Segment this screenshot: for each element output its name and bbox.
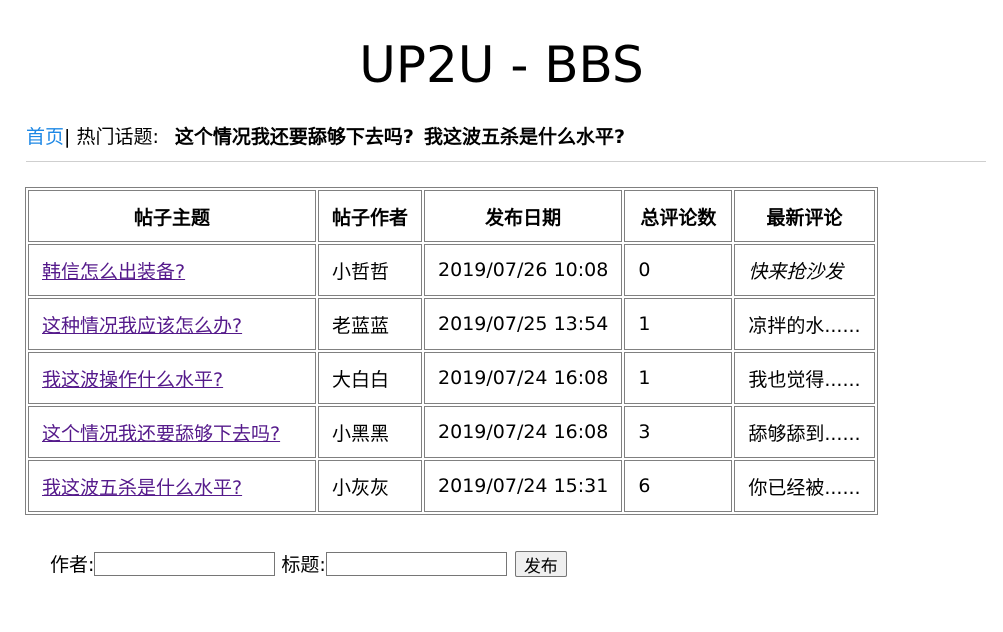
title-label: 标题: xyxy=(281,554,326,576)
cell-date: 2019/07/24 15:31 xyxy=(424,460,623,512)
nav-home-link[interactable]: 首页 xyxy=(26,126,64,148)
header-comment-count: 总评论数 xyxy=(624,190,733,242)
cell-latest-comment: 我也觉得...... xyxy=(734,352,875,404)
author-input[interactable] xyxy=(94,551,276,576)
cell-topic: 这个情况我还要舔够下去吗? xyxy=(28,406,316,458)
cell-latest-comment: 快来抢沙发 xyxy=(734,244,875,296)
cell-topic: 韩信怎么出装备? xyxy=(28,244,316,296)
cell-author: 小哲哲 xyxy=(318,244,423,296)
cell-comment-count: 1 xyxy=(624,298,733,350)
header-topic: 帖子主题 xyxy=(28,190,316,242)
site-title: UP2U - BBS xyxy=(359,36,644,94)
hot-topic-link-1[interactable]: 这个情况我还要舔够下去吗? xyxy=(175,126,414,148)
table-row: 这种情况我应该怎么办? 老蓝蓝 2019/07/25 13:54 1 凉拌的水.… xyxy=(28,298,875,350)
header-author: 帖子作者 xyxy=(318,190,423,242)
cell-topic: 我这波操作什么水平? xyxy=(28,352,316,404)
table-row: 我这波五杀是什么水平? 小灰灰 2019/07/24 15:31 6 你已经被.… xyxy=(28,460,875,512)
cell-comment-count: 3 xyxy=(624,406,733,458)
cell-author: 小灰灰 xyxy=(318,460,423,512)
topic-link[interactable]: 韩信怎么出装备? xyxy=(42,261,185,283)
hot-topic-link-2[interactable]: 我这波五杀是什么水平? xyxy=(424,126,625,148)
hot-topics-label: 热门话题: xyxy=(70,126,165,148)
nav-bar: 首页| 热门话题: 这个情况我还要舔够下去吗? 我这波五杀是什么水平? xyxy=(26,124,625,150)
topic-link[interactable]: 我这波五杀是什么水平? xyxy=(42,477,242,499)
cell-comment-count: 6 xyxy=(624,460,733,512)
cell-comment-count: 0 xyxy=(624,244,733,296)
cell-author: 大白白 xyxy=(318,352,423,404)
cell-topic: 这种情况我应该怎么办? xyxy=(28,298,316,350)
header-date: 发布日期 xyxy=(424,190,623,242)
cell-latest-comment: 舔够舔到...... xyxy=(734,406,875,458)
nav-divider xyxy=(26,161,986,162)
title-input[interactable] xyxy=(325,551,507,576)
table-header-row: 帖子主题 帖子作者 发布日期 总评论数 最新评论 xyxy=(28,190,875,242)
topic-link[interactable]: 这种情况我应该怎么办? xyxy=(42,315,242,337)
topic-link[interactable]: 这个情况我还要舔够下去吗? xyxy=(42,423,280,445)
cell-comment-count: 1 xyxy=(624,352,733,404)
new-post-form: 作者: 标题: 发布 xyxy=(50,550,567,577)
topic-link[interactable]: 我这波操作什么水平? xyxy=(42,369,223,391)
cell-date: 2019/07/25 13:54 xyxy=(424,298,623,350)
table-row: 韩信怎么出装备? 小哲哲 2019/07/26 10:08 0 快来抢沙发 xyxy=(28,244,875,296)
cell-date: 2019/07/26 10:08 xyxy=(424,244,623,296)
cell-latest-comment: 凉拌的水...... xyxy=(734,298,875,350)
header-latest-comment: 最新评论 xyxy=(734,190,875,242)
bbs-page: UP2U - BBS 首页| 热门话题: 这个情况我还要舔够下去吗? 我这波五杀是… xyxy=(0,0,1003,632)
publish-button[interactable]: 发布 xyxy=(514,550,567,577)
cell-date: 2019/07/24 16:08 xyxy=(424,352,623,404)
posts-table: 帖子主题 帖子作者 发布日期 总评论数 最新评论 韩信怎么出装备? 小哲哲 20… xyxy=(25,187,878,515)
table-row: 我这波操作什么水平? 大白白 2019/07/24 16:08 1 我也觉得..… xyxy=(28,352,875,404)
cell-topic: 我这波五杀是什么水平? xyxy=(28,460,316,512)
cell-author: 老蓝蓝 xyxy=(318,298,423,350)
author-label: 作者: xyxy=(50,554,95,576)
cell-latest-comment: 你已经被...... xyxy=(734,460,875,512)
cell-author: 小黑黑 xyxy=(318,406,423,458)
table-row: 这个情况我还要舔够下去吗? 小黑黑 2019/07/24 16:08 3 舔够舔… xyxy=(28,406,875,458)
cell-date: 2019/07/24 16:08 xyxy=(424,406,623,458)
